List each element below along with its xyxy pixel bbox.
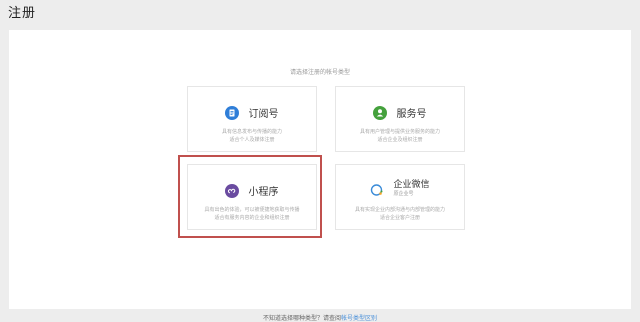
card-desc-line1: 具有用户管理与提供业务服务的能力 xyxy=(359,129,440,135)
work-wechat-icon xyxy=(370,183,384,197)
card-name: 小程序 xyxy=(248,187,279,198)
card-desc-line1: 具有信息发布与传播的能力 xyxy=(221,129,282,135)
account-type-panel: 请选择注册的帐号类型 订阅号 具有信息发布与传播的能力 适合个人及媒体注册 服务… xyxy=(9,30,631,322)
card-subscription[interactable]: 订阅号 具有信息发布与传播的能力 适合个人及媒体注册 xyxy=(187,86,317,152)
card-desc-line2: 适合有服务内容的企业和组织注册 xyxy=(214,215,290,221)
card-desc-line1: 具有出色的体验，可以被便捷地获取与传播 xyxy=(204,207,300,213)
card-work-wechat[interactable]: 企业微信 原企业号 具有实现企业内部沟通与内部管理的能力 适合企业客户注册 xyxy=(335,164,465,230)
card-subname: 原企业号 xyxy=(393,190,414,197)
card-desc-line1: 具有实现企业内部沟通与内部管理的能力 xyxy=(354,207,445,213)
document-icon xyxy=(225,105,240,120)
card-mini-program[interactable]: 小程序 具有出色的体验，可以被便捷地获取与传播 适合有服务内容的企业和组织注册 xyxy=(187,164,317,230)
card-desc-line2: 适合企业客户注册 xyxy=(379,215,420,221)
card-service[interactable]: 服务号 具有用户管理与提供业务服务的能力 适合企业及组织注册 xyxy=(335,86,465,152)
card-name: 订阅号 xyxy=(248,109,279,120)
page-title: 注册 xyxy=(8,6,37,21)
mini-program-icon xyxy=(225,183,240,198)
card-name: 服务号 xyxy=(396,109,427,120)
panel-subtitle: 请选择注册的帐号类型 xyxy=(289,69,350,76)
card-desc-line2: 适合企业及组织注册 xyxy=(377,137,423,143)
account-type-diff-link[interactable]: 帐号类型区别 xyxy=(341,315,377,322)
card-desc-line2: 适合个人及媒体注册 xyxy=(229,137,275,143)
card-name: 企业微信 xyxy=(393,179,430,190)
footer-text: 不知道选择哪种类型？请查阅 xyxy=(262,315,341,322)
user-icon xyxy=(373,105,388,120)
footer-help: 不知道选择哪种类型？请查阅帐号类型区别 xyxy=(9,313,631,322)
